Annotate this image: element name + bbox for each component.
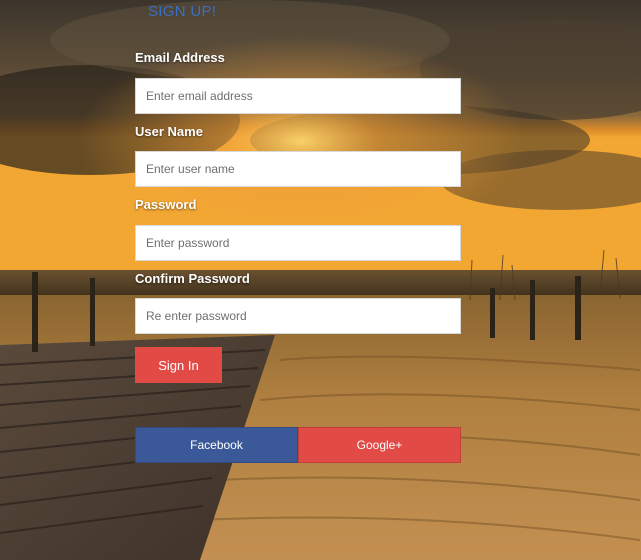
google-plus-button[interactable]: Google+: [298, 427, 461, 463]
username-label: User Name: [135, 124, 203, 139]
signup-title: SIGN UP!: [148, 3, 217, 20]
username-field[interactable]: [135, 151, 461, 187]
email-field[interactable]: [135, 78, 461, 114]
sign-in-button[interactable]: Sign In: [135, 347, 222, 383]
signup-page: SIGN UP! Email Address User Name Passwor…: [0, 0, 641, 560]
email-label: Email Address: [135, 50, 225, 65]
confirm-password-label: Confirm Password: [135, 271, 250, 286]
password-field[interactable]: [135, 225, 461, 261]
confirm-password-field[interactable]: [135, 298, 461, 334]
password-label: Password: [135, 197, 197, 212]
facebook-button[interactable]: Facebook: [135, 427, 298, 463]
